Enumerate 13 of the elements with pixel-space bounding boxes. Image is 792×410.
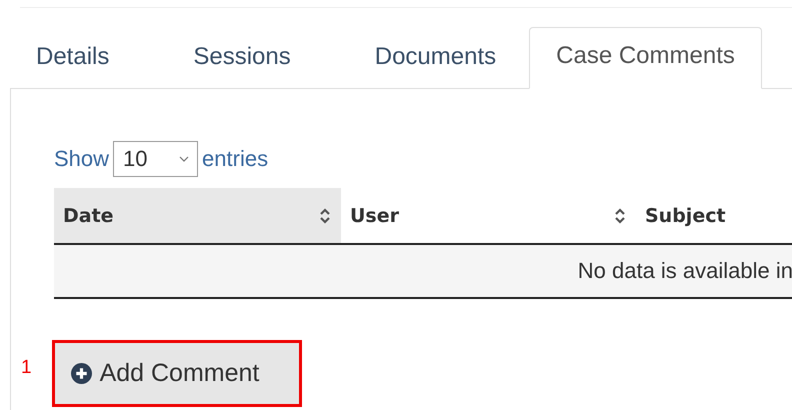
show-label: Show bbox=[54, 146, 110, 172]
tab[interactable]: Sessions bbox=[167, 44, 349, 88]
empty-message: No data is available in bbox=[578, 258, 792, 283]
add-comment-button[interactable]: Add Comment bbox=[52, 340, 302, 407]
entries-label: entries bbox=[202, 146, 268, 172]
column-header[interactable]: Date bbox=[54, 188, 341, 244]
entries-select[interactable]: 10 bbox=[113, 141, 198, 177]
tab[interactable]: Case Comments bbox=[529, 27, 762, 89]
callout-number: 1 bbox=[21, 356, 32, 378]
chevron-icon bbox=[179, 156, 190, 162]
tab[interactable]: Details bbox=[10, 44, 168, 88]
tab[interactable]: Documents bbox=[348, 44, 530, 88]
plus-circle-icon bbox=[70, 363, 92, 384]
